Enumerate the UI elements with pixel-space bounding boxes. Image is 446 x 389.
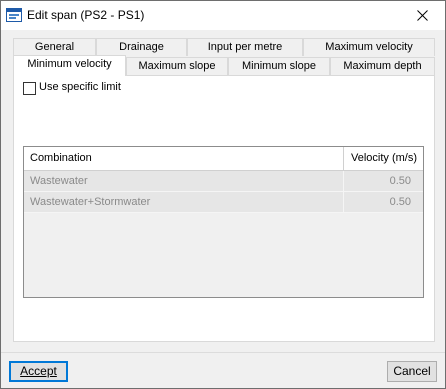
- tab-drainage[interactable]: Drainage: [96, 38, 187, 56]
- use-specific-limit-checkbox[interactable]: [23, 82, 36, 95]
- velocity-limits-grid[interactable]: Combination Velocity (m/s) Wastewater 0.…: [23, 146, 424, 298]
- cancel-button-label: Cancel: [393, 364, 431, 378]
- tab-maximum-slope[interactable]: Maximum slope: [126, 57, 228, 75]
- tab-minimum-velocity[interactable]: Minimum velocity: [13, 55, 126, 76]
- grid-header: Combination Velocity (m/s): [24, 147, 423, 171]
- close-button[interactable]: [400, 1, 445, 30]
- use-specific-limit-label[interactable]: Use specific limit: [39, 81, 121, 93]
- tab-minimum-slope[interactable]: Minimum slope: [228, 57, 330, 75]
- tab-input-per-metre[interactable]: Input per metre: [187, 38, 303, 56]
- cell-divider: [343, 171, 344, 191]
- cell-combination: Wastewater: [30, 175, 88, 187]
- accept-button-label: Accept: [20, 364, 57, 378]
- title-bar: Edit span (PS2 - PS1): [1, 1, 445, 30]
- dialog-window: Edit span (PS2 - PS1) General Drainage I…: [0, 0, 446, 389]
- cell-divider: [343, 192, 344, 212]
- app-icon: [6, 7, 22, 23]
- table-row[interactable]: Wastewater 0.50: [24, 171, 423, 192]
- footer-divider: [1, 352, 445, 353]
- cell-velocity: 0.50: [389, 175, 411, 187]
- column-divider[interactable]: [343, 147, 344, 170]
- cell-combination: Wastewater+Stormwater: [30, 196, 151, 208]
- tab-general[interactable]: General: [13, 38, 96, 56]
- tab-maximum-velocity[interactable]: Maximum velocity: [303, 38, 435, 56]
- table-row[interactable]: Wastewater+Stormwater 0.50: [24, 192, 423, 213]
- cancel-button[interactable]: Cancel: [387, 361, 437, 382]
- cell-velocity: 0.50: [389, 196, 411, 208]
- column-header-velocity[interactable]: Velocity (m/s): [351, 147, 417, 170]
- tab-maximum-depth[interactable]: Maximum depth: [330, 57, 435, 75]
- minimum-velocity-panel: Use specific limit Combination Velocity …: [13, 75, 435, 342]
- close-icon: [417, 10, 428, 21]
- column-header-combination[interactable]: Combination: [30, 147, 92, 170]
- window-title: Edit span (PS2 - PS1): [27, 8, 145, 22]
- accept-button[interactable]: Accept: [9, 361, 68, 382]
